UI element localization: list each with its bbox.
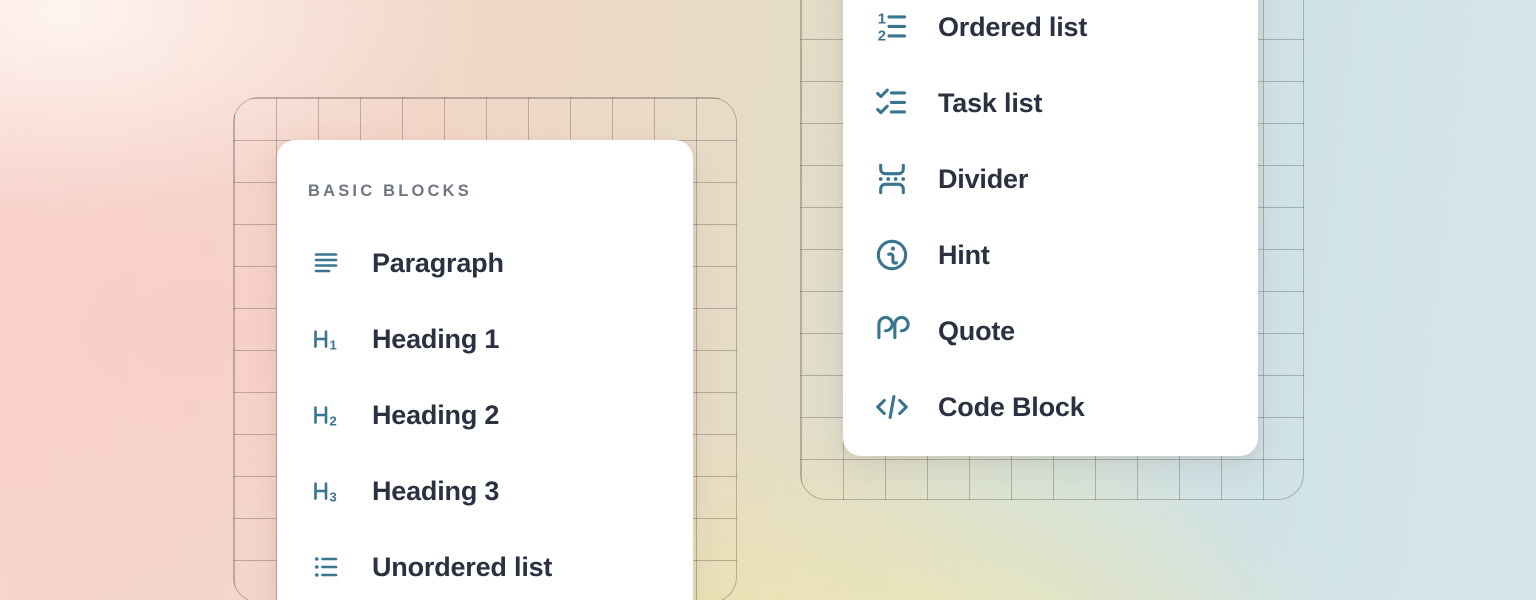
menu-item-task-list[interactable]: Task list	[843, 65, 1258, 141]
svg-text:1: 1	[878, 11, 886, 27]
task-list-icon	[870, 84, 914, 122]
blocks-menu-panel-continued: 12 Ordered list Task list Divider Hint Q…	[843, 0, 1258, 456]
menu-item-heading-1[interactable]: 1 Heading 1	[277, 301, 693, 377]
menu-item-divider[interactable]: Divider	[843, 141, 1258, 217]
menu-item-paragraph[interactable]: Paragraph	[277, 225, 693, 301]
svg-text:1: 1	[330, 338, 337, 353]
section-label: BASIC BLOCKS	[308, 180, 693, 202]
paragraph-icon	[304, 247, 348, 279]
basic-blocks-menu-list: Paragraph 1 Heading 1 2 Heading 2 3 Head…	[277, 225, 693, 600]
code-block-icon	[870, 388, 914, 426]
menu-item-heading-3[interactable]: 3 Heading 3	[277, 453, 693, 529]
svg-text:3: 3	[330, 490, 337, 505]
basic-blocks-menu-panel: BASIC BLOCKS Paragraph 1 Heading 1 2 Hea…	[277, 140, 693, 600]
svg-text:2: 2	[330, 414, 337, 429]
menu-item-unordered-list[interactable]: Unordered list	[277, 529, 693, 600]
menu-item-hint[interactable]: Hint	[843, 217, 1258, 293]
menu-item-code-block[interactable]: Code Block	[843, 369, 1258, 445]
svg-text:2: 2	[878, 29, 886, 45]
divider-icon	[870, 160, 914, 198]
menu-item-quote[interactable]: Quote	[843, 293, 1258, 369]
menu-item-heading-2[interactable]: 2 Heading 2	[277, 377, 693, 453]
unordered-list-icon	[304, 551, 348, 583]
ordered-list-icon: 12	[870, 8, 914, 46]
quote-icon	[870, 312, 914, 350]
heading-2-icon: 2	[304, 399, 348, 431]
menu-item-ordered-list[interactable]: 12 Ordered list	[843, 0, 1258, 65]
stage: BASIC BLOCKS Paragraph 1 Heading 1 2 Hea…	[0, 0, 1536, 600]
heading-1-icon: 1	[304, 323, 348, 355]
hint-icon	[870, 236, 914, 274]
heading-3-icon: 3	[304, 475, 348, 507]
blocks-menu-list: 12 Ordered list Task list Divider Hint Q…	[843, 0, 1258, 445]
